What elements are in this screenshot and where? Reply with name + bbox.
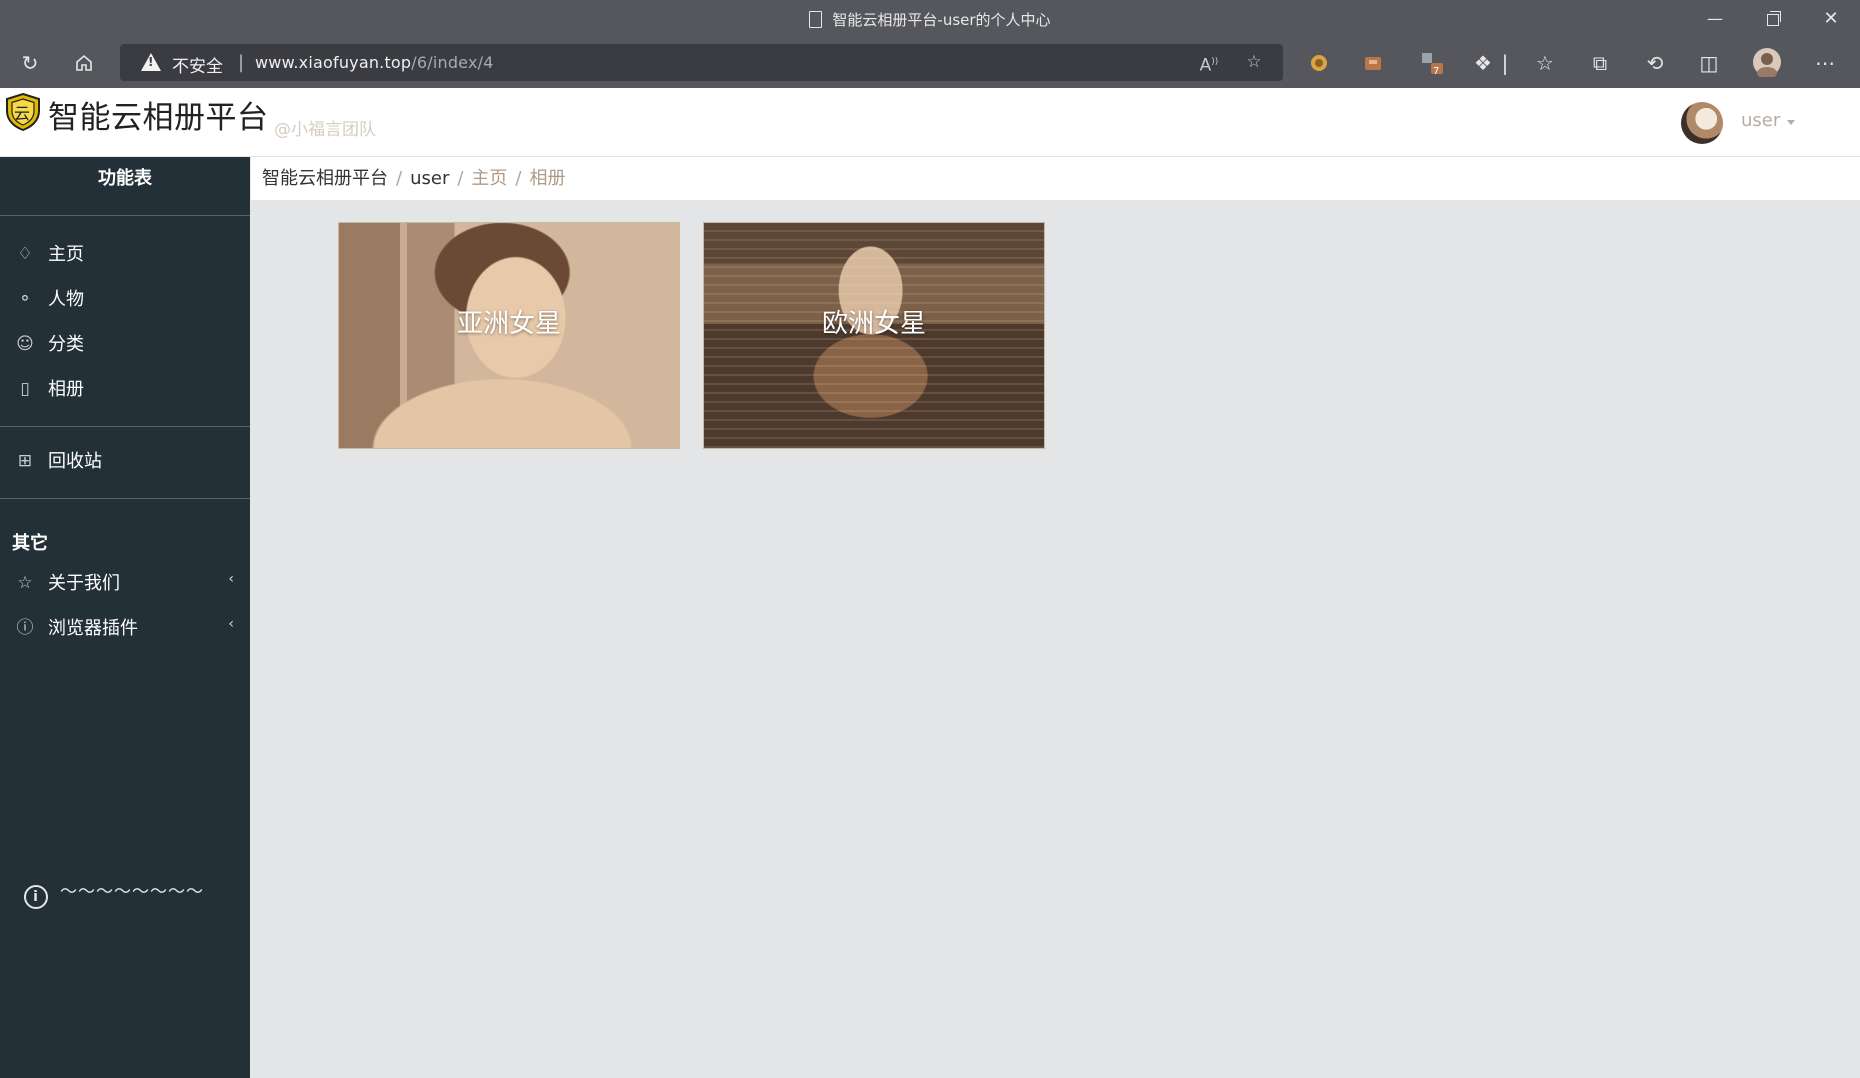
app-header: 云 智能云相册平台 @小福言团队 user	[0, 88, 1860, 157]
star-icon: ☆	[17, 573, 33, 593]
breadcrumb-item[interactable]: 主页	[471, 168, 507, 189]
refresh-icon[interactable]: ↻	[15, 48, 45, 78]
url-path: /6/index/4	[411, 53, 494, 72]
chevron-left-icon[interactable]: ‹	[228, 602, 234, 647]
tag-icon: ♢	[17, 244, 33, 264]
user-menu[interactable]: user	[1741, 110, 1780, 131]
extension-badge-count: 7	[1433, 66, 1440, 77]
sidebar-item-label: 主页	[48, 244, 84, 265]
browser-title-bar: 智能云相册平台-user的个人中心 — ✕	[0, 0, 1860, 38]
browser-toolbar: ↻ 不安全 | www.xiaofuyan.top/6/index/4 A)) …	[0, 38, 1860, 88]
sidebar-main-group: ♢ 主页 ⚬ 人物 ☺ 分类 ▯ 相册	[0, 216, 250, 427]
logo-shield-icon[interactable]: 云	[5, 92, 41, 132]
sidebar-item-about-us[interactable]: ☆ 关于我们 ‹	[0, 561, 250, 606]
caret-down-icon[interactable]	[1787, 120, 1795, 125]
app-subtitle: @小福言团队	[274, 120, 376, 140]
sidebar-item-label: 分类	[48, 334, 84, 355]
address-separator: |	[238, 52, 245, 73]
split-screen-icon[interactable]: ◫	[1694, 48, 1724, 78]
user-avatar[interactable]	[1681, 102, 1723, 144]
sidebar-item-recycle-bin[interactable]: ⊞ 回收站	[0, 439, 250, 484]
smile-icon: ☺	[16, 334, 34, 354]
warning-icon	[141, 53, 161, 71]
restore-button[interactable]	[1744, 0, 1802, 38]
close-button[interactable]: ✕	[1802, 0, 1860, 38]
extension-badge-icon[interactable]: 7	[1418, 48, 1448, 78]
extensions-puzzle-icon[interactable]: ❖	[1468, 48, 1498, 78]
toolbar-divider: |	[1501, 51, 1509, 75]
person-icon: ⚬	[17, 289, 33, 309]
collections-icon[interactable]: ⧉	[1585, 48, 1615, 78]
album-card-european-stars[interactable]: 欧洲女星	[703, 222, 1045, 449]
address-bar[interactable]: 不安全 | www.xiaofuyan.top/6/index/4 A)) ☆	[120, 44, 1283, 81]
sidebar-item-people[interactable]: ⚬ 人物	[0, 277, 250, 322]
security-label[interactable]: 不安全	[172, 52, 223, 77]
url-text[interactable]: www.xiaofuyan.top/6/index/4	[255, 53, 494, 72]
sidebar-item-browser-plugin[interactable]: ⓘ 浏览器插件 ‹	[0, 606, 250, 651]
book-icon: ▯	[20, 379, 30, 399]
sidebar-item-label: 人物	[48, 289, 84, 310]
sidebar-item-albums[interactable]: ▯ 相册	[0, 367, 250, 412]
info-icon: ⓘ	[16, 618, 34, 638]
sidebar-item-home[interactable]: ♢ 主页	[0, 232, 250, 277]
extension-coin-icon[interactable]	[1304, 48, 1334, 78]
extension-box-icon[interactable]	[1358, 48, 1388, 78]
album-card-label: 欧洲女星	[821, 309, 926, 339]
chevron-left-icon[interactable]: ‹	[228, 557, 234, 602]
url-host: www.xiaofuyan.top	[255, 53, 412, 72]
logo-badge-text: 云	[14, 104, 31, 123]
sidebar-footnote: i ～～～～～～～～	[24, 877, 204, 909]
tab-title: 智能云相册平台-user的个人中心	[0, 9, 1860, 30]
breadcrumb-separator: /	[457, 168, 464, 189]
breadcrumb-separator: /	[515, 168, 522, 189]
sidebar-item-label: 回收站	[48, 451, 102, 472]
minimize-button[interactable]: —	[1686, 0, 1744, 38]
album-card-label: 亚洲女星	[456, 309, 561, 339]
calculator-icon: ⊞	[17, 451, 33, 471]
breadcrumb-item: 相册	[529, 168, 566, 189]
favorites-icon[interactable]: ☆	[1530, 48, 1560, 78]
more-options-icon[interactable]: ⋯	[1810, 48, 1840, 78]
sidebar-item-label: 关于我们	[48, 573, 120, 594]
info-circle-icon: i	[24, 885, 48, 909]
sidebar-item-label: 浏览器插件	[48, 618, 138, 639]
app-title[interactable]: 智能云相册平台	[48, 92, 269, 137]
sidebar-other-heading: 其它	[12, 533, 48, 554]
breadcrumb: 智能云相册平台 / user / 主页 / 相册	[251, 157, 1860, 201]
tab-title-text: 智能云相册平台-user的个人中心	[832, 11, 1051, 29]
breadcrumb-item[interactable]: 智能云相册平台	[262, 168, 388, 189]
breadcrumb-item[interactable]: user	[410, 168, 449, 189]
sidebar-heading: 功能表	[0, 157, 250, 216]
profile-avatar-icon[interactable]	[1752, 47, 1782, 79]
album-card-asian-stars[interactable]: 亚洲女星	[338, 222, 680, 449]
restore-icon	[1767, 11, 1781, 26]
read-aloud-icon[interactable]: A))	[1195, 48, 1223, 76]
document-icon	[809, 11, 823, 28]
sidebar: 功能表 ♢ 主页 ⚬ 人物 ☺ 分类 ▯ 相册 ⊞ 回收站 其它 ☆ 关于我们 …	[0, 157, 250, 1078]
footnote-text: ～～～～～～～～	[60, 882, 204, 902]
sidebar-item-categories[interactable]: ☺ 分类	[0, 322, 250, 367]
sidebar-item-label: 相册	[48, 379, 84, 400]
add-favorite-icon[interactable]: ☆	[1240, 48, 1268, 76]
sidebar-recycle-group: ⊞ 回收站	[0, 427, 250, 499]
breadcrumb-separator: /	[396, 168, 403, 189]
history-icon[interactable]: ⟲	[1640, 48, 1670, 78]
home-icon[interactable]	[69, 48, 99, 78]
